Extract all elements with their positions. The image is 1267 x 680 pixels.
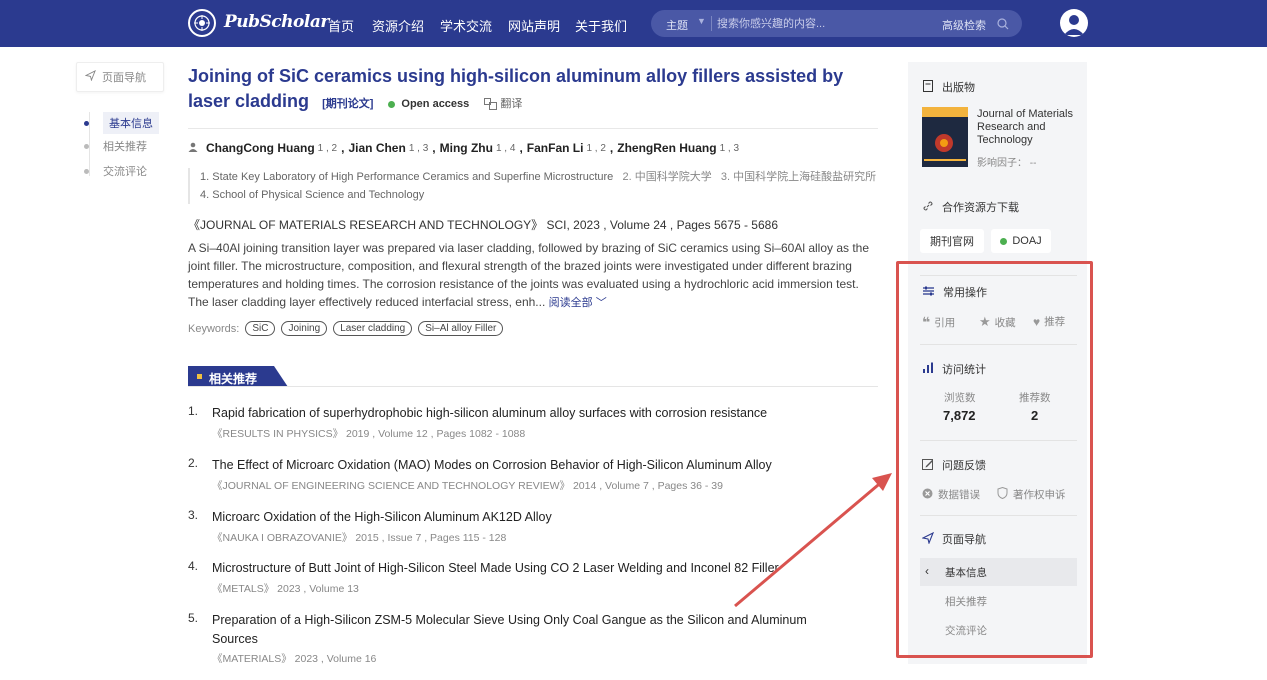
related-item-title[interactable]: Rapid fabrication of superhydrophobic hi… <box>212 404 842 423</box>
divider <box>188 128 878 129</box>
abstract: A Si–40Al joining transition layer was p… <box>188 239 880 312</box>
keywords-label: Keywords: <box>188 322 240 335</box>
search-divider <box>711 16 712 31</box>
publication-header: 出版物 <box>922 79 975 95</box>
related-item-title[interactable]: Microstructure of Butt Joint of High-Sil… <box>212 559 842 578</box>
search-scope-select[interactable]: 主题 <box>666 17 688 33</box>
affiliation-item: 1. State Key Laboratory of High Performa… <box>200 171 614 183</box>
keyword-tag[interactable]: Laser cladding <box>333 321 413 336</box>
related-item: 5. Preparation of a High-Silicon ZSM-5 M… <box>188 611 878 671</box>
keyword-tag[interactable]: Joining <box>281 321 328 336</box>
related-item: 2. The Effect of Microarc Oxidation (MAO… <box>188 456 878 496</box>
related-item: 4. Microstructure of Butt Joint of High-… <box>188 559 878 599</box>
related-item-meta: 《JOURNAL OF ENGINEERING SCIENCE AND TECH… <box>212 480 723 492</box>
open-access-badge: Open access <box>388 98 469 110</box>
read-more-link[interactable]: 阅读全部 ﹀ <box>549 297 607 309</box>
logo-text[interactable]: PubScholar <box>224 12 329 32</box>
author-affiliation-ref: 1 , 2 <box>317 142 338 154</box>
article-type-tag: [期刊论文] <box>322 98 374 110</box>
left-nav-item-comments[interactable]: 交流评论 <box>84 163 147 179</box>
nav-academic-exchange[interactable]: 学术交流 <box>440 16 492 35</box>
related-section-title: 相关推荐 <box>209 372 258 386</box>
author-name[interactable]: ChangCong Huang <box>206 141 315 155</box>
keyword-tag[interactable]: SiC <box>245 321 276 336</box>
article-title-block: Joining of SiC ceramics using high-silic… <box>188 64 878 117</box>
impact-factor: 影响因子： -- <box>977 158 1037 169</box>
affiliation-item: 4. School of Physical Science and Techno… <box>200 189 425 201</box>
author-name[interactable]: FanFan Li <box>527 141 584 155</box>
download-header: 合作资源方下载 <box>922 199 1019 215</box>
related-item-title[interactable]: Preparation of a High-Silicon ZSM-5 Mole… <box>212 611 832 649</box>
related-item-title[interactable]: Microarc Oxidation of the High-Silicon A… <box>212 508 842 527</box>
journal-citation: 《JOURNAL OF MATERIALS RESEARCH AND TECHN… <box>188 218 778 232</box>
journal-name[interactable]: Journal of Materials Research and Techno… <box>977 108 1082 147</box>
author-affiliation-ref: 1 , 2 <box>586 142 606 154</box>
abstract-text: A Si–40Al joining transition layer was p… <box>188 241 870 309</box>
affiliation-item: 2. 中国科学院大学 <box>622 171 712 183</box>
journal-official-site-button[interactable]: 期刊官网 <box>920 229 984 253</box>
author-list: ChangCong Huang 1 , 2 , Jian Chen 1 , 3 , … <box>188 141 739 155</box>
left-nav-item-basic-info[interactable]: 基本信息 <box>84 112 159 134</box>
author-name[interactable]: Jian Chen <box>348 141 405 155</box>
top-nav-bar: PubScholar 首页 资源介绍 学术交流 网站声明 关于我们 主题 ▼ 高… <box>0 0 1267 47</box>
author-affiliation-ref: 1 , 3 <box>408 142 429 154</box>
affiliation-item: 3. 中国科学院上海硅酸盐研究所 <box>720 171 877 183</box>
related-item-meta: 《RESULTS IN PHYSICS》 2019 , Volume 12 , … <box>212 428 526 440</box>
search-bar: 主题 ▼ 高级检索 <box>651 10 1022 37</box>
author-affiliation-ref: 1 , 3 <box>719 142 740 154</box>
author-name[interactable]: Ming Zhu <box>440 141 493 155</box>
related-item-meta: 《NAUKA I OBRAZOVANIE》 2015 , Issue 7 , P… <box>212 532 507 544</box>
related-item: 1. Rapid fabrication of superhydrophobic… <box>188 404 878 444</box>
affiliation-list: 1. State Key Laboratory of High Performa… <box>188 168 878 204</box>
advanced-search-link[interactable]: 高级检索 <box>942 17 986 33</box>
related-item-meta: 《MATERIALS》 2023 , Volume 16 <box>212 653 377 665</box>
nav-resources[interactable]: 资源介绍 <box>372 16 424 35</box>
nav-about[interactable]: 关于我们 <box>575 16 627 35</box>
highlight-box <box>896 261 1093 658</box>
link-icon <box>922 200 934 215</box>
keyword-tag[interactable]: Si–Al alloy Filler <box>418 321 504 336</box>
logo-emblem-icon[interactable] <box>188 9 216 37</box>
author-name[interactable]: ZhengRen Huang <box>617 141 716 155</box>
search-input[interactable] <box>717 13 927 34</box>
avatar[interactable] <box>1060 9 1088 37</box>
chevron-down-icon[interactable]: ▼ <box>697 16 706 26</box>
related-item-meta: 《METALS》 2023 , Volume 13 <box>212 583 359 595</box>
divider <box>188 386 878 387</box>
related-item: 3. Microarc Oxidation of the High-Silico… <box>188 508 878 548</box>
search-icon[interactable] <box>997 17 1009 35</box>
related-item-title[interactable]: The Effect of Microarc Oxidation (MAO) M… <box>212 456 842 475</box>
book-icon <box>922 79 934 95</box>
author-affiliation-ref: 1 , 4 <box>495 142 516 154</box>
left-page-nav-title: 页面导航 <box>102 72 146 84</box>
left-nav-item-related[interactable]: 相关推荐 <box>84 138 147 154</box>
left-page-nav-header: 页面导航 <box>76 62 164 92</box>
translate-button[interactable]: 翻译 <box>484 98 522 111</box>
related-section-tab: 相关推荐 <box>188 366 288 387</box>
send-icon <box>84 69 96 84</box>
nav-home[interactable]: 首页 <box>328 16 354 35</box>
nav-statement[interactable]: 网站声明 <box>508 16 560 35</box>
journal-cover[interactable] <box>922 107 968 167</box>
user-icon <box>188 141 198 155</box>
doaj-button[interactable]: DOAJ <box>991 229 1051 253</box>
keywords: Keywords: SiC Joining Laser cladding Si–… <box>188 321 504 336</box>
